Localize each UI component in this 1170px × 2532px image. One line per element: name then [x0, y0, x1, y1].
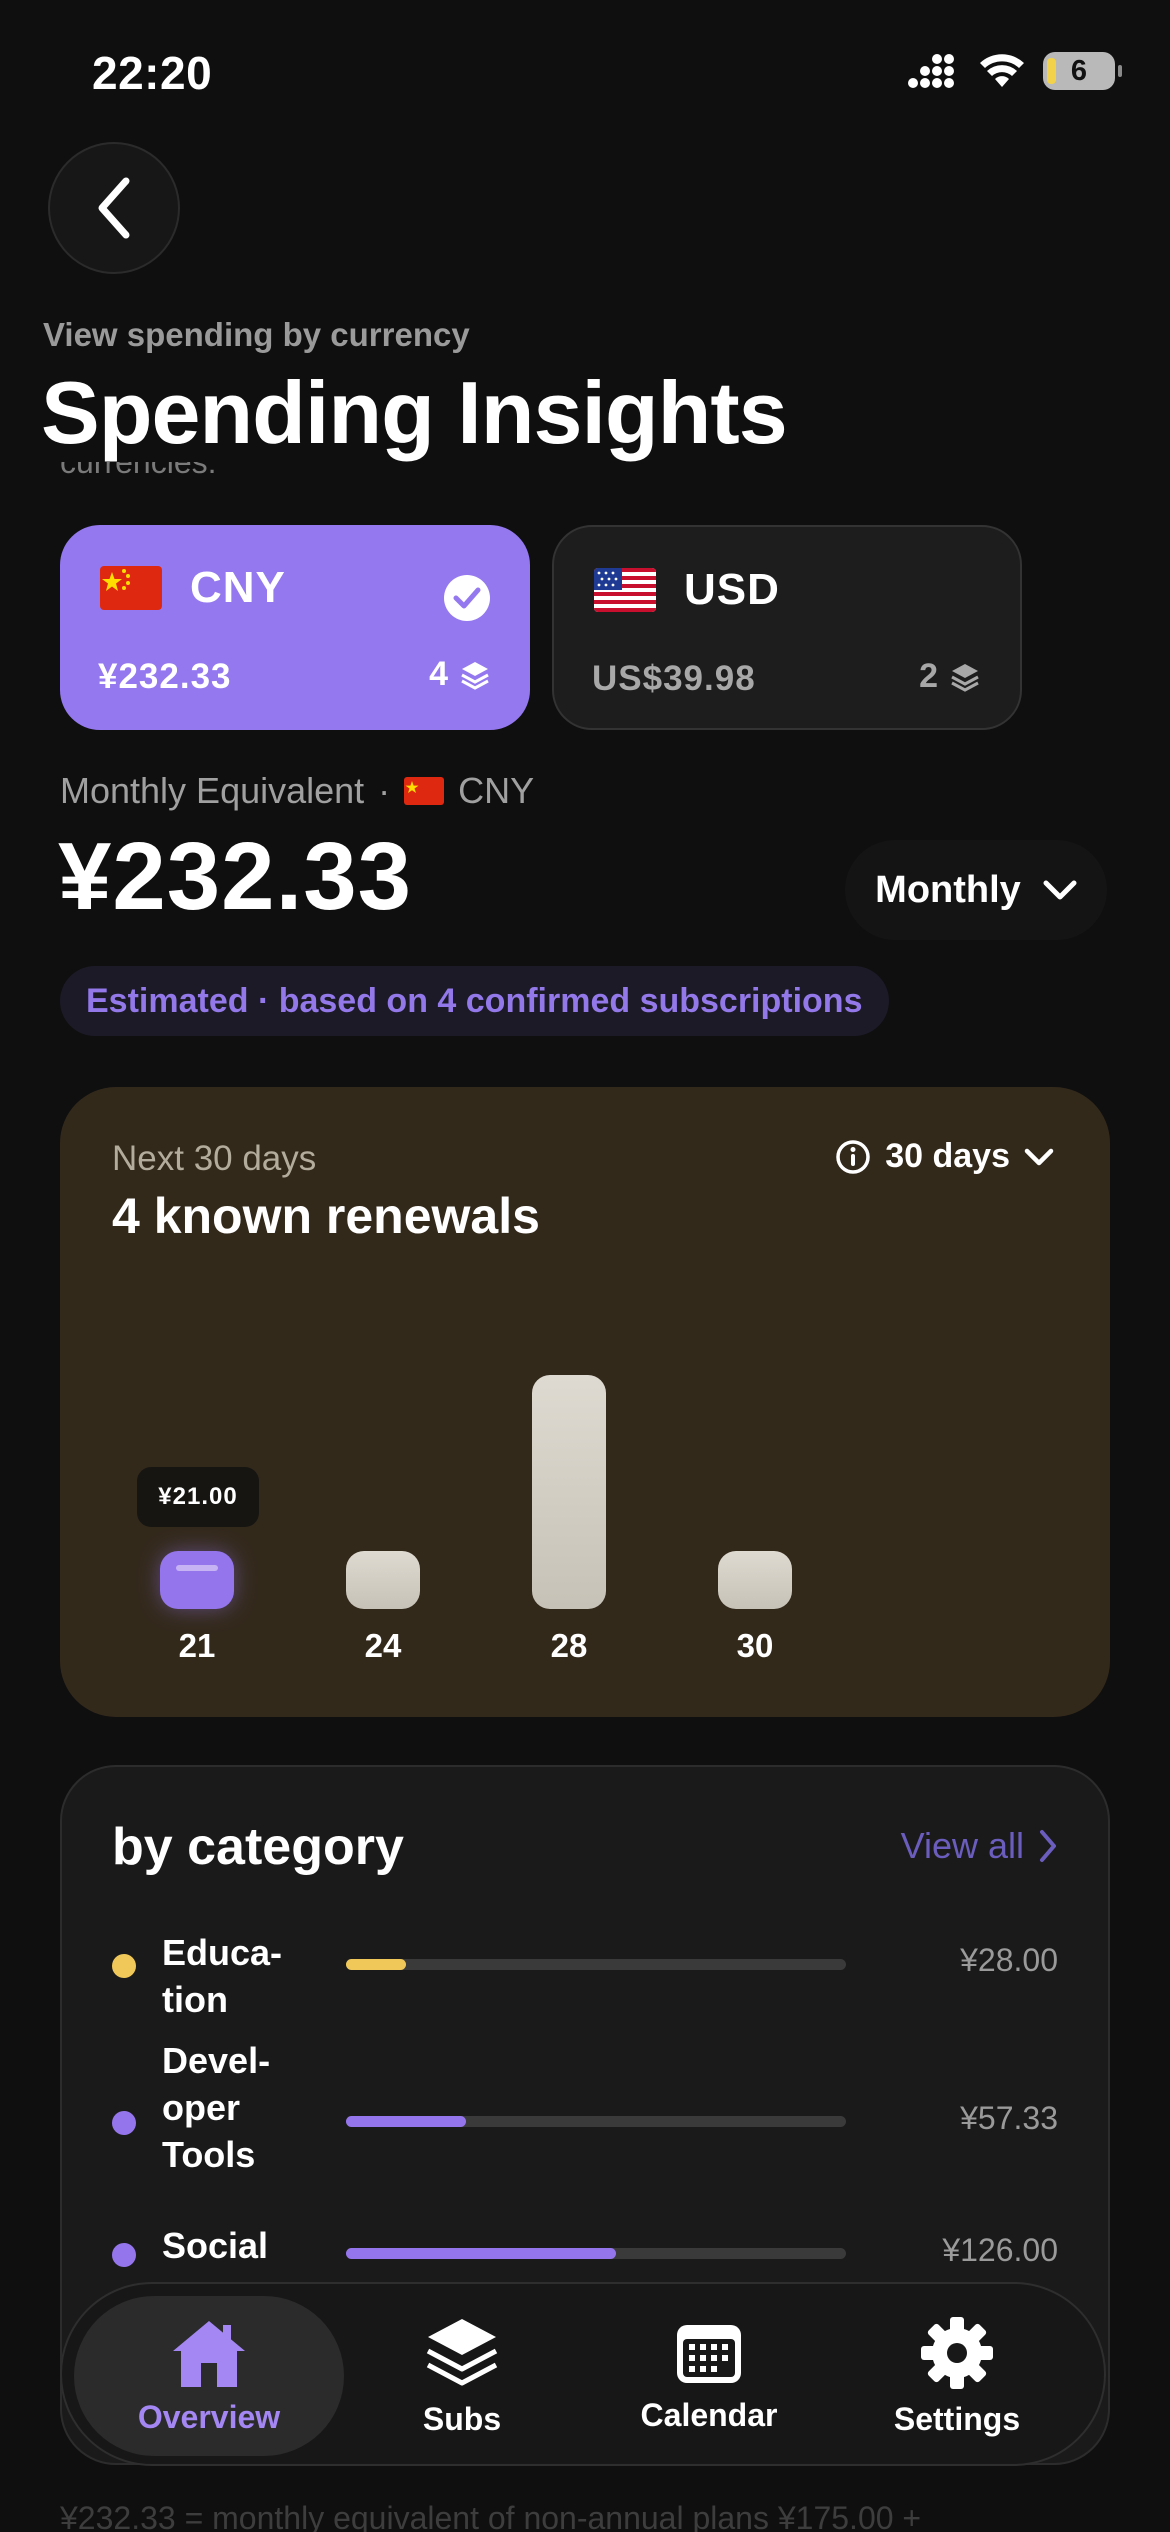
category-dot: [112, 2243, 136, 2267]
category-title: by category: [112, 1818, 404, 1876]
tab-label: Settings: [893, 2400, 1021, 2437]
checkmark-icon: [444, 575, 490, 621]
status-time: 22:20: [92, 47, 213, 99]
renewal-tooltip: ¥21.00: [137, 1467, 259, 1527]
renewal-day-label: 24: [364, 1627, 402, 1664]
stack-icon: [426, 2318, 498, 2385]
currency-card-cny[interactable]: CNY ¥232.33 4: [60, 525, 530, 730]
category-amount: ¥126.00: [942, 2232, 1058, 2268]
house-icon: [173, 2320, 245, 2387]
renewal-day-label: 21: [178, 1627, 216, 1664]
battery-indicator: 6: [1043, 52, 1122, 90]
subscription-count: 2: [919, 657, 980, 696]
renewal-bar[interactable]: [346, 1551, 420, 1609]
renewals-card: Next 30 days 4 known renewals 30 days ¥2…: [60, 1087, 1110, 1717]
category-dot: [112, 1954, 136, 1978]
footnote: ¥232.33 = monthly equivalent of non-annu…: [60, 2500, 922, 2532]
renewals-label: Next 30 days: [112, 1139, 317, 1178]
tab-label: Subs: [422, 2400, 502, 2437]
us-flag-icon: [594, 568, 656, 612]
category-progress-track: [346, 1959, 846, 1970]
china-flag-icon: [404, 777, 445, 805]
monthly-equivalent-amount: ¥232.33: [58, 823, 413, 930]
category-amount: ¥57.33: [960, 2100, 1058, 2136]
calendar-icon: [677, 2324, 741, 2383]
range-dropdown[interactable]: 30 days: [835, 1137, 1054, 1176]
category-progress-track: [346, 2116, 846, 2127]
gear-icon: [921, 2316, 993, 2389]
renewal-bar[interactable]: [718, 1551, 792, 1609]
category-amount: ¥28.00: [960, 1942, 1058, 1978]
category-dot: [112, 2111, 136, 2135]
category-progress-fill: [346, 2116, 466, 2127]
chevron-left-icon: [98, 177, 130, 239]
period-dropdown[interactable]: Monthly: [845, 840, 1107, 940]
status-icons: 6: [907, 52, 1122, 90]
clipped-text-label: currencies:: [60, 462, 217, 480]
category-progress-track: [346, 2248, 846, 2259]
range-label: 30 days: [885, 1137, 1010, 1175]
tab-settings[interactable]: Settings: [822, 2296, 1092, 2456]
view-all-label: View all: [900, 1825, 1024, 1866]
tab-calendar[interactable]: Calendar: [574, 2296, 844, 2456]
category-progress-fill: [346, 1959, 406, 1970]
stack-icon: [461, 661, 489, 690]
subscription-count-value: 4: [429, 655, 448, 693]
currency-amount: US$39.98: [592, 659, 756, 698]
chevron-down-icon: [1024, 1148, 1054, 1165]
stack-icon: [951, 663, 979, 692]
tab-label: Overview: [137, 2398, 281, 2435]
currency-code: CNY: [190, 563, 286, 612]
chevron-right-icon: [1040, 1830, 1056, 1862]
separator: ·: [378, 770, 391, 811]
period-label: Monthly: [875, 868, 1021, 911]
renewal-day-label: 30: [736, 1627, 774, 1664]
info-icon: [836, 1139, 870, 1174]
subscription-count-value: 2: [919, 657, 938, 695]
renewal-day-label: 28: [550, 1627, 588, 1664]
page-title: Spending Insights: [41, 363, 788, 462]
currency-code: USD: [684, 565, 780, 614]
renewals-title: 4 known renewals: [112, 1188, 540, 1244]
category-name: Educa- tion: [162, 1932, 283, 2020]
page-subtitle: View spending by currency: [43, 316, 470, 353]
clipped-text: currencies:: [60, 462, 460, 496]
category-progress-fill: [346, 2248, 616, 2259]
renewal-bar[interactable]: [160, 1551, 234, 1609]
summary-currency: CNY: [458, 770, 535, 811]
renewal-bar[interactable]: [532, 1375, 606, 1609]
tab-bar: Overview Subs Calendar Settings: [60, 2282, 1106, 2466]
tab-subs[interactable]: Subs: [327, 2296, 597, 2456]
summary-label: Monthly Equivalent: [60, 770, 365, 811]
signal-icon: [908, 54, 954, 88]
subscription-count: 4: [429, 655, 490, 694]
back-button[interactable]: [48, 142, 180, 274]
chevron-down-icon: [1043, 880, 1077, 900]
category-name: Social: [162, 2225, 269, 2266]
tab-overview[interactable]: Overview: [74, 2296, 344, 2456]
currency-card-usd[interactable]: USD US$39.98 2: [552, 525, 1022, 730]
estimate-badge: Estimated · based on 4 confirmed subscri…: [60, 966, 889, 1036]
tab-label: Calendar: [640, 2396, 778, 2433]
view-all-link[interactable]: View all: [901, 1825, 1058, 1867]
currency-amount: ¥232.33: [98, 657, 232, 696]
wifi-icon: [980, 54, 1024, 87]
monthly-equivalent-label: Monthly Equivalent · CNY: [60, 770, 534, 812]
battery-level: 6: [1070, 54, 1088, 87]
category-name: Devel- oper Tools: [162, 2040, 271, 2175]
china-flag-icon: [100, 566, 162, 610]
